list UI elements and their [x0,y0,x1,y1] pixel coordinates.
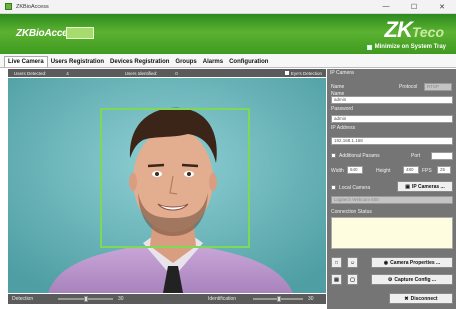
maximize-button[interactable]: ☐ [400,0,428,14]
minimize-button[interactable]: — [372,0,400,14]
logo-suffix: Teco [411,24,444,40]
camera-feed [8,78,326,293]
camera-properties-button[interactable]: ◉ Camera Properties ... [371,257,453,268]
save-button[interactable]: ▤ [331,274,342,285]
tab-bar: Live Camera Users Registration Devices R… [0,54,456,68]
password-input[interactable]: admin [331,115,453,123]
ip-address-input[interactable]: 192.168.1.168 [331,137,453,145]
folder-icon: □ [334,259,339,266]
tab-users-registration[interactable]: Users Registration [48,57,107,67]
webcam-select[interactable]: Logitech Webcam 500 [331,196,453,204]
eye-detection-label: Eye's Detection [290,70,322,76]
eye-detection-checkbox[interactable] [284,71,289,75]
tab-devices-registration[interactable]: Devices Registration [107,57,172,67]
title-bar: ZKBioAccess — ☐ ✕ [0,0,456,14]
identification-value: 30 [308,296,314,302]
folder-button[interactable]: □ [331,257,342,268]
eye-detection-option[interactable]: Eye's Detection [284,70,322,76]
detection-slider-knob[interactable] [84,296,88,302]
height-label: Height [376,168,391,174]
save-icon: ▤ [334,276,339,283]
camera-properties-icon: ◉ [383,259,389,266]
disconnect-label: Disconnect [410,295,438,302]
disconnect-icon: ✖ [404,295,409,302]
threshold-bar: Detection 30 Identification 30 [8,294,326,304]
height-input[interactable]: 480 [403,166,419,174]
users-detected-value: 4 [66,70,69,76]
width-input[interactable]: 640 [347,166,363,174]
additional-params-checkbox[interactable] [331,153,336,158]
window-title: ZKBioAccess [16,3,49,10]
name-label: Name [331,84,345,90]
tray-label: Minimize on System Tray [374,44,446,50]
protocol-select[interactable]: RTSP [424,83,452,91]
ip-camera-icon: ▣ [405,183,410,190]
port-input[interactable] [431,152,453,160]
capture-config-label: Capture Config ... [394,276,437,283]
ip-camera-legend: IP Camera [330,70,354,76]
width-label: Width [331,168,344,174]
username-input[interactable]: admin [331,96,453,104]
tab-groups[interactable]: Groups [172,57,199,67]
protocol-label: Protocol [399,84,418,90]
connection-status-box [331,217,453,249]
local-camera-label: Local Camera [339,185,371,191]
minimize-tray-option[interactable]: Minimize on System Tray [366,44,446,50]
capture-config-icon: ⚙ [387,276,393,283]
port-label: Port [411,153,421,159]
header-banner: ZKBioAccess ZKTeco Minimize on System Tr… [0,14,456,54]
users-button[interactable]: ☺ [347,257,358,268]
detection-label: Detection [12,296,34,302]
tab-configuration[interactable]: Configuration [226,57,271,67]
users-icon: ☺ [349,259,356,266]
camera-properties-label: Camera Properties ... [390,259,441,266]
face-detection-box [100,108,250,248]
app-icon [5,3,12,10]
ip-address-label: IP Address [331,125,356,131]
detection-status-bar: Users Detected: 4 Users Identified: 0 Ey… [8,69,326,77]
additional-params-label: Additional Params [339,153,380,159]
close-button[interactable]: ✕ [428,0,456,14]
capture-config-button[interactable]: ⚙ Capture Config ... [371,274,453,285]
identification-slider-knob[interactable] [277,296,281,302]
fps-input[interactable]: 25 [437,166,451,174]
users-detected-label: Users Detected: [14,70,47,76]
users-identified-label: Users Identified: [124,70,158,76]
brand-badge [66,27,94,39]
users-identified-value: 0 [175,70,178,76]
identification-label: Identification [208,296,237,302]
ip-cameras-button-label: IP Cameras ... [412,183,445,190]
logo-zk: ZK [384,17,413,42]
zkteco-logo: ZKTeco [385,17,444,43]
local-camera-checkbox[interactable] [331,185,336,190]
detection-slider[interactable] [58,296,113,302]
open-button[interactable]: ▢ [347,274,358,285]
fps-label: FPS [422,168,432,174]
identification-slider[interactable] [253,296,303,302]
tab-live-camera[interactable]: Live Camera [4,56,48,67]
tray-checkbox[interactable] [366,44,372,50]
tab-alarms[interactable]: Alarms [200,57,226,67]
open-icon: ▢ [350,276,355,283]
connection-status-label: Connection Status [331,209,372,215]
disconnect-button[interactable]: ✖ Disconnect [389,293,453,304]
detection-value: 30 [118,296,124,302]
ip-camera-panel: IP Camera Name Protocol RTSP Name admin … [327,69,456,309]
password-label: Password [331,106,353,112]
ip-cameras-button[interactable]: ▣ IP Cameras ... [397,181,453,192]
